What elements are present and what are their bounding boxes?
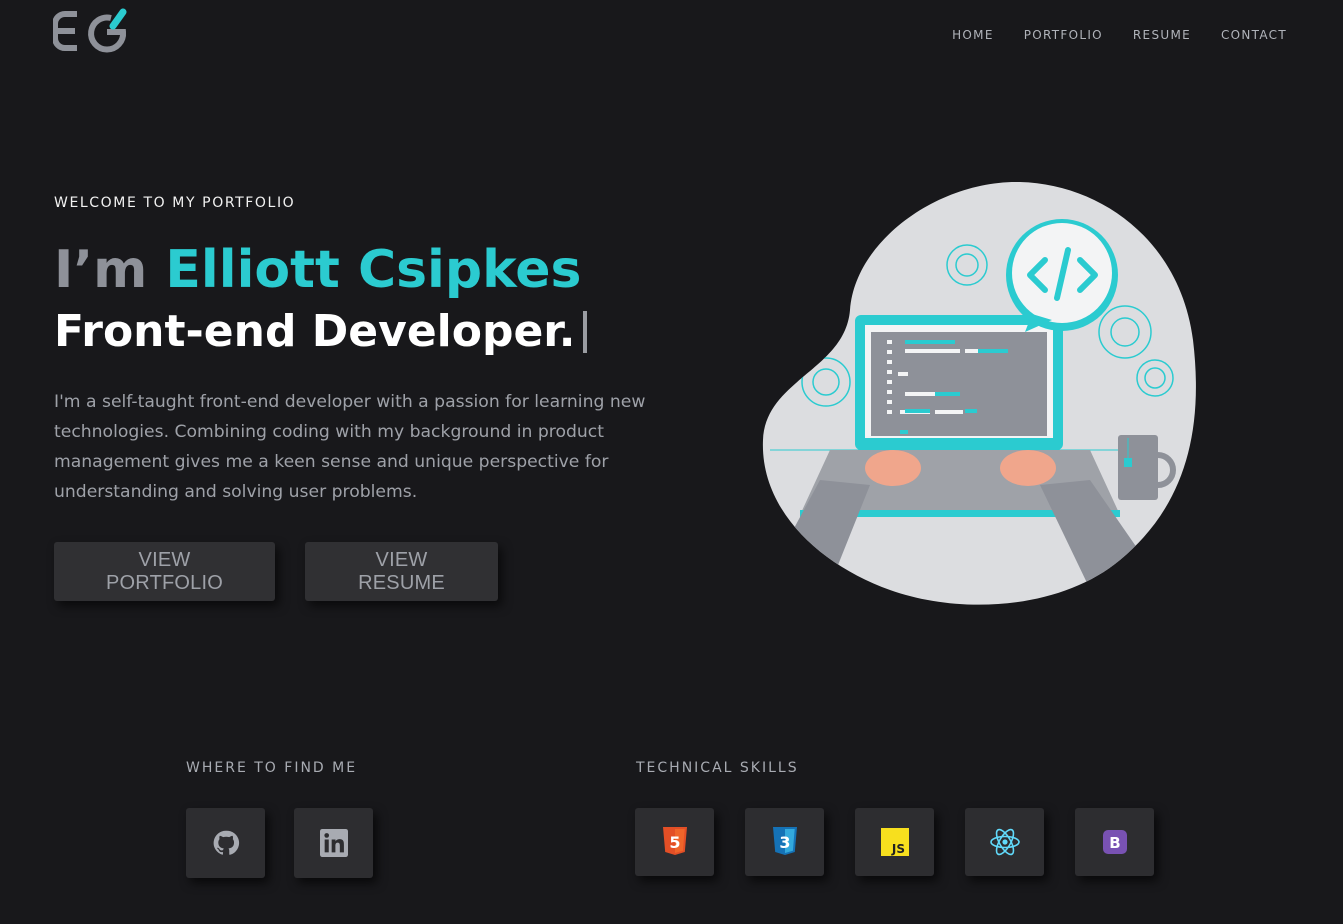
nav-home[interactable]: HOME [952,27,994,43]
typing-cursor [583,311,588,353]
skill-javascript: JS [855,808,934,876]
svg-text:B: B [1109,834,1120,852]
github-icon [213,830,239,855]
javascript-icon: JS [880,828,909,856]
hero-greeting: I’m [54,240,148,300]
github-link[interactable] [186,808,265,878]
svg-text:3: 3 [779,833,790,852]
eg-logo-icon[interactable] [53,8,127,54]
css3-icon: 3 [772,827,797,855]
nav-portfolio[interactable]: PORTFOLIO [1024,27,1103,43]
developer-laptop-illustration [762,181,1196,605]
hero-role: Front-end Developer. [54,307,694,357]
main-nav: HOME PORTFOLIO RESUME CONTACT [952,27,1287,43]
skills-label: TECHNICAL SKILLS [636,760,799,776]
svg-text:5: 5 [669,833,680,852]
hero-bio: I'm a self-taught front-end developer wi… [54,392,646,502]
hero-title: I’m Elliott Csipkes [54,241,694,299]
skill-css3: 3 [745,808,824,876]
view-resume-button[interactable]: VIEW RESUME [305,542,498,601]
hero-section: WELCOME TO MY PORTFOLIO I’m Elliott Csip… [54,193,694,507]
hero-name: Elliott Csipkes [165,240,582,300]
svg-text:JS: JS [890,842,904,856]
skill-html5: 5 [635,808,714,876]
view-portfolio-button[interactable]: VIEW PORTFOLIO [54,542,275,601]
nav-contact[interactable]: CONTACT [1221,27,1287,43]
skill-react [965,808,1044,876]
nav-resume[interactable]: RESUME [1133,27,1191,43]
hero-buttons: VIEW PORTFOLIO VIEW RESUME [54,542,498,601]
hero-eyebrow: WELCOME TO MY PORTFOLIO [54,195,296,211]
find-me-label: WHERE TO FIND ME [186,760,358,776]
skill-bootstrap: B [1075,808,1154,876]
react-icon [989,828,1020,856]
bootstrap-icon: B [1102,830,1127,854]
linkedin-icon [319,829,348,857]
hero-role-text: Front-end Developer. [54,306,576,357]
html5-icon: 5 [662,827,687,855]
linkedin-link[interactable] [294,808,373,878]
